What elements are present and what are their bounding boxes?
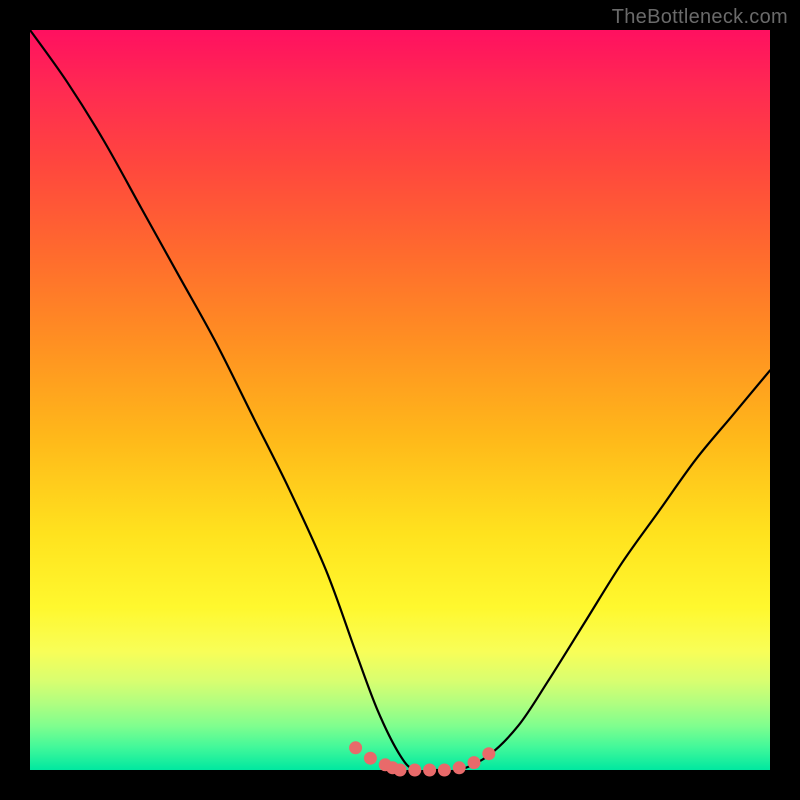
trough-marker [364, 752, 377, 765]
bottleneck-curve [30, 30, 770, 771]
watermark-text: TheBottleneck.com [612, 6, 788, 29]
trough-marker [408, 764, 421, 777]
trough-marker [423, 764, 436, 777]
trough-marker [394, 764, 407, 777]
trough-marker [453, 761, 466, 774]
trough-marker [438, 764, 451, 777]
curve-layer [30, 30, 770, 770]
trough-marker [349, 741, 362, 754]
trough-marker [468, 756, 481, 769]
plot-area [30, 30, 770, 770]
trough-marker [482, 747, 495, 760]
chart-frame: TheBottleneck.com [0, 0, 800, 800]
